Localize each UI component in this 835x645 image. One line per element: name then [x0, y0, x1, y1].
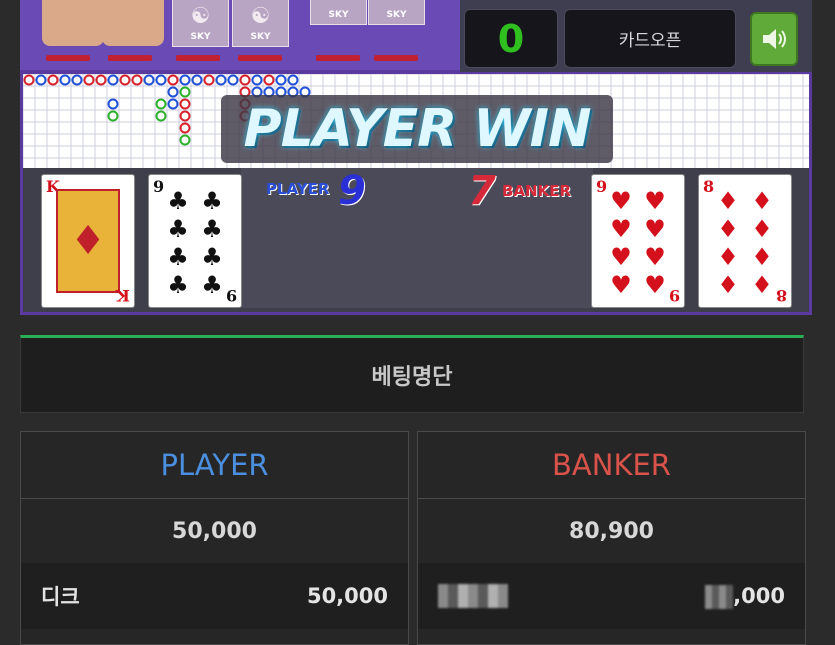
redacted-digits	[705, 584, 734, 609]
speaker-icon	[763, 29, 786, 49]
bettor-name-redacted	[438, 584, 508, 608]
banker-bet-column: BANKER 80,900 ,000	[417, 431, 806, 645]
card-display: K ♦ K 9 ♣ ♣ ♣ ♣ ♣ ♣ ♣ ♣ 9 9 ♥ ♥ ♥ ♥ ♥ ♥ ♥ ♥ 9 8 ♦ ♦ ♦ ♦ ♦ ♦…	[23, 168, 809, 312]
yin-yang-icon: ☯	[190, 4, 211, 29]
bet-marker	[374, 55, 418, 61]
dealer-hand	[42, 0, 104, 46]
chip-stack[interactable]: SKY	[310, 0, 367, 25]
club-pips: ♣ ♣ ♣ ♣ ♣ ♣ ♣ ♣	[167, 187, 223, 299]
chip-stack[interactable]: SKY	[368, 0, 425, 25]
banker-score: 7	[468, 168, 496, 214]
player-column-title: PLAYER	[21, 432, 408, 499]
bet-marker	[108, 55, 152, 61]
king-face: ♦	[56, 189, 120, 293]
bet-amount: ,000	[733, 583, 785, 608]
banker-column-title: BANKER	[418, 432, 805, 499]
banker-card-2: 8 ♦ ♦ ♦ ♦ ♦ ♦ ♦ ♦ 8	[698, 174, 792, 308]
chip-stack[interactable]: ☯ SKY	[172, 0, 229, 47]
chip-stack[interactable]: ☯ SKY	[232, 0, 289, 47]
list-item: ,000	[418, 563, 805, 629]
betting-list-header: 베팅명단	[20, 335, 804, 413]
banker-card-1: 9 ♥ ♥ ♥ ♥ ♥ ♥ ♥ ♥ 9	[591, 174, 685, 308]
banker-total: 80,900	[569, 518, 654, 544]
bet-marker	[176, 55, 220, 61]
result-banner: PLAYER WIN	[221, 95, 613, 163]
player-score: 9	[338, 168, 366, 214]
bet-amount: 50,000	[306, 584, 388, 608]
banker-label: BANKER	[502, 182, 572, 200]
heart-pips: ♥ ♥ ♥ ♥ ♥ ♥ ♥ ♥	[610, 187, 666, 299]
list-item: 디크 50,000	[21, 563, 408, 629]
bet-marker	[46, 55, 90, 61]
player-total: 50,000	[172, 518, 257, 544]
betting-table: ☯ SKY ☯ SKY SKY SKY	[20, 0, 460, 70]
card-open-button[interactable]: 카드오픈	[564, 9, 736, 68]
player-label: PLAYER	[266, 180, 330, 198]
player-bet-column: PLAYER 50,000 디크 50,000	[20, 431, 409, 645]
bet-marker	[238, 55, 282, 61]
bettor-name: 디크	[41, 585, 80, 609]
control-bar: 0 카드오픈	[460, 0, 812, 72]
dealer-hand	[102, 0, 164, 46]
bet-marker	[316, 55, 360, 61]
round-counter: 0	[464, 9, 558, 68]
sound-button[interactable]	[750, 12, 798, 66]
diamond-pips: ♦ ♦ ♦ ♦ ♦ ♦ ♦ ♦	[717, 187, 773, 299]
yin-yang-icon: ☯	[250, 4, 271, 29]
player-card-2: 9 ♣ ♣ ♣ ♣ ♣ ♣ ♣ ♣ 9	[148, 174, 242, 308]
game-panel: ☯ SKY ☯ SKY SKY SKY 0 카드오픈 K ♦ K 9 ♣ ♣ ♣…	[20, 0, 812, 315]
player-card-1: K ♦ K	[41, 174, 135, 308]
